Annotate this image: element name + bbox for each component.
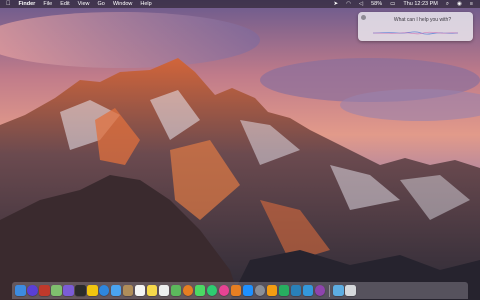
siri-prompt: What can I help you with?	[393, 17, 452, 23]
siri-menu-icon[interactable]: ◉	[453, 0, 466, 8]
menu-edit[interactable]: Edit	[56, 0, 73, 8]
menu-bar:  Finder File Edit View Go Window Help ➤…	[0, 0, 480, 8]
contacts-icon[interactable]	[122, 285, 134, 296]
imovie-icon[interactable]	[62, 285, 74, 296]
dock	[12, 282, 468, 299]
reminders-icon[interactable]	[158, 285, 170, 296]
siri-panel: What can I help you with?	[358, 12, 473, 41]
siri-waveform-icon	[373, 31, 458, 35]
photo-booth-icon[interactable]	[38, 285, 50, 296]
app-store-icon[interactable]	[242, 285, 254, 296]
keynote-icon[interactable]	[290, 285, 302, 296]
menu-view[interactable]: View	[74, 0, 94, 8]
dock-separator	[328, 284, 330, 297]
menu-go[interactable]: Go	[94, 0, 109, 8]
maps-icon[interactable]	[50, 285, 62, 296]
location-icon[interactable]: ➤	[329, 0, 342, 8]
safari-icon[interactable]	[98, 285, 110, 296]
clapper-icon[interactable]	[74, 285, 86, 296]
menu-app-finder[interactable]: Finder	[15, 0, 40, 8]
apple-logo-icon[interactable]: 	[0, 0, 15, 8]
close-icon[interactable]	[361, 15, 366, 20]
notes-icon[interactable]	[146, 285, 158, 296]
trash-icon[interactable]	[344, 285, 356, 296]
calendar-icon[interactable]	[134, 285, 146, 296]
pages-icon[interactable]	[266, 285, 278, 296]
downloads-folder-icon[interactable]	[332, 285, 344, 296]
system-preferences-icon[interactable]	[254, 285, 266, 296]
menu-file[interactable]: File	[39, 0, 56, 8]
notification-icon[interactable]: ≡	[466, 0, 477, 8]
mail-icon[interactable]	[110, 285, 122, 296]
migration-icon[interactable]	[314, 285, 326, 296]
maps-app-icon[interactable]	[170, 285, 182, 296]
numbers-icon[interactable]	[278, 285, 290, 296]
messages-icon[interactable]	[194, 285, 206, 296]
finder-icon[interactable]	[15, 285, 26, 296]
itunes-icon[interactable]	[218, 285, 230, 296]
menu-help[interactable]: Help	[136, 0, 155, 8]
battery-icon[interactable]: ▭	[386, 0, 399, 8]
volume-icon[interactable]: ◁	[355, 0, 367, 8]
search-icon[interactable]: ⌕	[442, 0, 453, 8]
ibooks-icon[interactable]	[230, 285, 242, 296]
clock[interactable]: Thu 12:23 PM	[399, 0, 442, 8]
desktop-wallpaper	[0, 0, 480, 300]
menu-window[interactable]: Window	[109, 0, 137, 8]
wifi-icon[interactable]: ◠	[342, 0, 355, 8]
photos-app-icon[interactable]	[182, 285, 194, 296]
xcode-icon[interactable]	[302, 285, 314, 296]
siri-icon[interactable]	[26, 285, 38, 296]
facetime-icon[interactable]	[206, 285, 218, 296]
photos-icon[interactable]	[86, 285, 98, 296]
battery-percent[interactable]: 58%	[367, 0, 386, 8]
